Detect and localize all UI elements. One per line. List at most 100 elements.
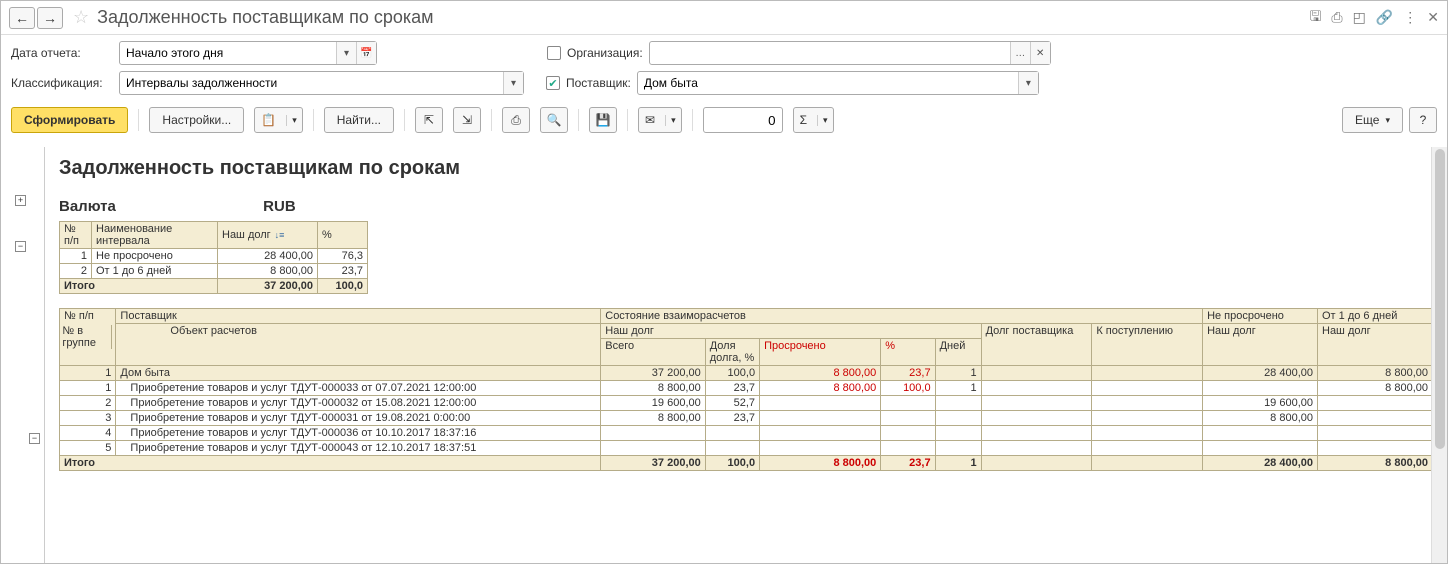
col-object: № в группе Объект расчетов [116,324,601,366]
chevron-down-icon: ▾ [1385,115,1390,126]
save-icon[interactable]: 🖫 [1309,6,1321,30]
menu-dots-icon[interactable]: ⋮ [1403,9,1417,26]
col-range1-2: Наш долг [1318,324,1433,366]
date-dropdown-icon[interactable]: ▾ [336,42,356,64]
org-clear-icon[interactable]: ✕ [1030,42,1050,64]
outline-gutter: + − − [1,147,45,563]
close-icon[interactable]: ✕ [1427,9,1439,26]
calendar-icon[interactable]: 📅 [356,42,376,64]
date-input[interactable] [120,42,336,64]
generate-button[interactable]: Сформировать [11,107,128,133]
sigma-button[interactable]: Σ ▾ [793,107,834,133]
col-ourdebt: Наш долг [601,324,981,339]
email-button[interactable]: ✉ ▾ [638,107,682,133]
help-button[interactable]: ? [1409,107,1437,133]
col-share: Доля долга, % [705,339,759,366]
save-button[interactable]: 💾 [589,107,617,133]
col-incoming: К поступлению [1092,324,1203,366]
preview-button[interactable]: 🔍 [540,107,568,133]
col-total: Всего [601,339,705,366]
preview-icon[interactable]: ◰ [1353,9,1366,26]
col-state: Состояние взаиморасчетов [601,309,1203,324]
class-combo[interactable]: ▾ [119,71,524,95]
expand-all-button[interactable]: ⇱ [415,107,443,133]
print-button[interactable]: ⎙ [502,107,530,133]
sigma-icon: Σ [794,113,813,127]
org-label: Организация: [567,46,643,60]
collapse-box[interactable]: − [29,433,40,444]
col-range1: От 1 до 6 дней [1318,309,1433,324]
separator [627,109,628,131]
class-label: Классификация: [11,76,113,90]
currency-value: RUB [263,198,296,215]
currency-label: Валюта [59,198,259,215]
detail-row[interactable]: 4Приобретение товаров и услуг ТДУТ-00003… [60,426,1433,441]
detail-row[interactable]: 1Приобретение товаров и услуг ТДУТ-00003… [60,381,1433,396]
scroll-thumb[interactable] [1435,149,1445,449]
separator [313,109,314,131]
summary-total-label: Итого [60,279,218,294]
col-suppdebt: Долг поставщика [981,324,1092,366]
collapse-all-button[interactable]: ⇲ [453,107,481,133]
vertical-scrollbar[interactable] [1431,147,1447,563]
separator [491,109,492,131]
class-input[interactable] [120,72,503,94]
org-select-icon[interactable]: … [1010,42,1030,64]
page-title: Задолженность поставщикам по срокам [97,7,433,28]
summary-row[interactable]: 2От 1 до 6 дней8 800,0023,7 [60,264,368,279]
col-pct2: % [881,339,935,366]
org-input[interactable] [650,42,1010,64]
org-combo[interactable]: … ✕ [649,41,1051,65]
separator [692,109,693,131]
col-notoverdue: Не просрочено [1203,309,1318,324]
chevron-down-icon[interactable]: ▾ [286,115,302,126]
chevron-down-icon[interactable]: ▾ [817,115,833,126]
nav-back-button[interactable]: ← [9,7,35,29]
sort-asc-icon: ↓≡ [275,230,285,240]
separator [404,109,405,131]
group-row[interactable]: 1 Дом быта 37 200,00 100,0 8 800,00 23,7… [60,366,1433,381]
org-checkbox[interactable] [547,46,561,60]
more-button[interactable]: Еще▾ [1342,107,1403,133]
variants-icon: 📋 [255,113,282,127]
summary-table: № п/п Наименование интервала Наш долг↓≡ … [59,221,368,294]
col-name: Наименование интервала [92,222,218,249]
supplier-input[interactable] [638,72,1018,94]
detail-row[interactable]: 5Приобретение товаров и услуг ТДУТ-00004… [60,441,1433,456]
variants-button[interactable]: 📋 ▾ [254,107,302,133]
col-debt[interactable]: Наш долг↓≡ [218,222,318,249]
summary-total-debt: 37 200,00 [218,279,318,294]
col-days: Дней [935,339,981,366]
sum-input[interactable] [703,107,783,133]
col-supplier: Поставщик [116,309,601,324]
separator [578,109,579,131]
detail-table: № п/п Поставщик Состояние взаиморасчетов… [59,308,1433,471]
link-icon[interactable]: 🔗 [1376,9,1393,26]
date-combo[interactable]: ▾ 📅 [119,41,377,65]
mail-icon: ✉ [639,113,661,127]
supplier-combo[interactable]: ▾ [637,71,1039,95]
separator [138,109,139,131]
nav-forward-button[interactable]: → [37,7,63,29]
summary-total-pct: 100,0 [318,279,368,294]
col-pct: % [318,222,368,249]
detail-total-row: Итого 37 200,00 100,0 8 800,00 23,7 1 28… [60,456,1433,471]
supplier-dropdown-icon[interactable]: ▾ [1018,72,1038,94]
find-button[interactable]: Найти... [324,107,394,133]
col-overdue: Просрочено [760,339,881,366]
supplier-checkbox[interactable]: ✔ [546,76,560,90]
settings-button[interactable]: Настройки... [149,107,244,133]
col-n: № п/п [60,222,92,249]
print-icon[interactable]: ⎙ [1331,9,1342,26]
chevron-down-icon[interactable]: ▾ [665,115,681,126]
summary-row[interactable]: 1Не просрочено28 400,0076,3 [60,249,368,264]
supplier-label: Поставщик: [566,76,631,90]
collapse-box[interactable]: − [15,241,26,252]
detail-row[interactable]: 2Приобретение товаров и услуг ТДУТ-00003… [60,396,1433,411]
detail-row[interactable]: 3Приобретение товаров и услуг ТДУТ-00003… [60,411,1433,426]
report-heading: Задолженность поставщикам по срокам [59,157,1433,180]
class-dropdown-icon[interactable]: ▾ [503,72,523,94]
favorite-star-icon[interactable]: ☆ [73,7,89,28]
date-label: Дата отчета: [11,46,113,60]
expand-box[interactable]: + [15,195,26,206]
